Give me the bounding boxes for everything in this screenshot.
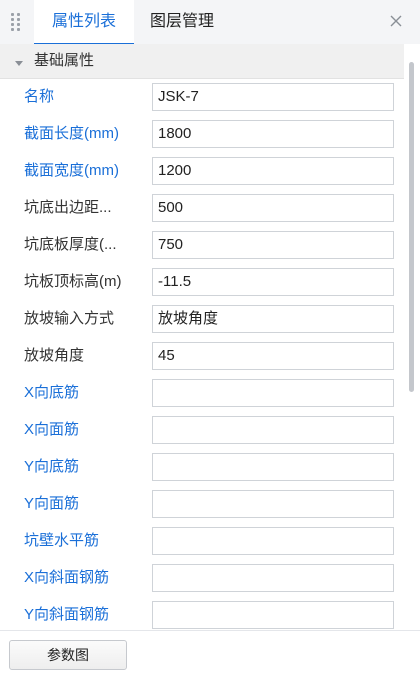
tab-layer-management[interactable]: 图层管理 xyxy=(150,0,214,44)
property-label: Y向斜面钢筋 xyxy=(24,606,110,623)
property-label: 放坡角度 xyxy=(24,347,85,364)
panel-footer: 参数图 xyxy=(0,630,420,677)
property-row: X向斜面钢筋 xyxy=(0,559,404,597)
property-row: Y向底筋 xyxy=(0,448,404,486)
property-row: 坑底出边距... 500 xyxy=(0,189,404,227)
property-label: 截面长度(mm) xyxy=(24,125,119,142)
collapse-triangle-icon[interactable] xyxy=(14,55,24,66)
group-header-basic-properties[interactable]: 基础属性 xyxy=(0,44,404,79)
property-value-input[interactable]: 45 xyxy=(152,342,394,370)
property-label: 坑壁水平筋 xyxy=(24,532,100,549)
property-value-input[interactable]: -11.5 xyxy=(152,268,394,296)
drag-handle-icon[interactable] xyxy=(11,13,21,31)
property-label: 坑底出边距... xyxy=(24,199,112,216)
property-label: 放坡输入方式 xyxy=(24,310,115,327)
property-value-input[interactable]: 500 xyxy=(152,194,394,222)
property-value-input[interactable] xyxy=(152,379,394,407)
property-row: X向面筋 xyxy=(0,411,404,449)
scrollbar-thumb[interactable] xyxy=(409,62,414,392)
property-value-input[interactable]: 1200 xyxy=(152,157,394,185)
property-value-input[interactable]: JSK-7 xyxy=(152,83,394,111)
parameter-diagram-button[interactable]: 参数图 xyxy=(9,640,127,670)
property-value-input[interactable] xyxy=(152,490,394,518)
property-label: X向斜面钢筋 xyxy=(24,569,110,586)
property-value-input[interactable] xyxy=(152,564,394,592)
property-value-input[interactable]: 1800 xyxy=(152,120,394,148)
property-label: 坑底板厚度(... xyxy=(24,236,117,253)
property-row: 坑底板厚度(... 750 xyxy=(0,226,404,264)
property-value-input[interactable] xyxy=(152,453,394,481)
vertical-scrollbar[interactable] xyxy=(404,44,420,630)
property-row: 截面宽度(mm) 1200 xyxy=(0,152,404,190)
property-row: 坑壁水平筋 xyxy=(0,522,404,560)
group-title: 基础属性 xyxy=(34,52,95,69)
property-label: 截面宽度(mm) xyxy=(24,162,119,179)
property-label: X向面筋 xyxy=(24,421,80,438)
property-row: X向底筋 xyxy=(0,374,404,412)
property-label: Y向底筋 xyxy=(24,458,80,475)
close-icon[interactable] xyxy=(386,11,406,31)
property-row: 名称 JSK-7 xyxy=(0,78,404,116)
property-row: 坑板顶标高(m) -11.5 xyxy=(0,263,404,301)
property-row: 放坡输入方式 放坡角度 xyxy=(0,300,404,338)
property-row: Y向面筋 xyxy=(0,485,404,523)
property-value-input[interactable]: 750 xyxy=(152,231,394,259)
tab-property-list[interactable]: 属性列表 xyxy=(34,0,134,45)
property-value-input[interactable]: 放坡角度 xyxy=(152,305,394,333)
property-label: 坑板顶标高(m) xyxy=(24,273,122,290)
property-value-input[interactable] xyxy=(152,601,394,629)
property-label: 名称 xyxy=(24,88,55,105)
property-row: 截面长度(mm) 1800 xyxy=(0,115,404,153)
property-label: X向底筋 xyxy=(24,384,80,401)
property-value-input[interactable] xyxy=(152,527,394,555)
property-label: Y向面筋 xyxy=(24,495,80,512)
property-panel: 属性列表 图层管理 基础属性 名称 JSK-7 截面长度(mm) 1800 截面… xyxy=(0,0,420,677)
property-rows: 名称 JSK-7 截面长度(mm) 1800 截面宽度(mm) 1200 坑底出… xyxy=(0,78,404,630)
property-row: 放坡角度 45 xyxy=(0,337,404,375)
property-value-input[interactable] xyxy=(152,416,394,444)
panel-header: 属性列表 图层管理 xyxy=(0,0,420,45)
property-row: Y向斜面钢筋 xyxy=(0,596,404,630)
